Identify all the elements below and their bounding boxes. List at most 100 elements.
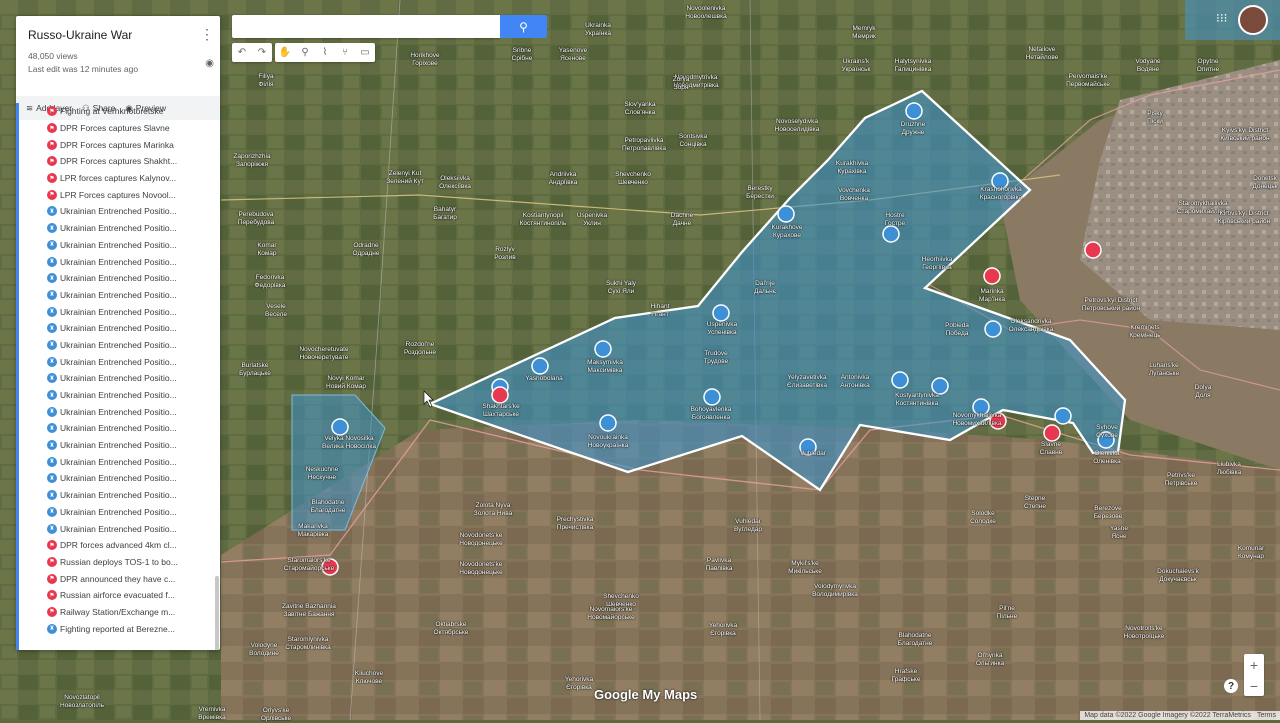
- more-options-icon[interactable]: ⋮: [200, 26, 214, 43]
- list-item-label: Ukrainian Entrenched Positio...: [60, 356, 177, 367]
- place-name-cyrillic: Галицинівка: [894, 66, 932, 73]
- list-item[interactable]: ♜ Ukrainian Entrenched Positio...: [19, 303, 220, 320]
- place-name-cyrillic: Курахове: [773, 232, 801, 239]
- red-flag-marker-icon: ⚑: [47, 139, 57, 150]
- terms-link[interactable]: Terms: [1257, 712, 1276, 719]
- list-item[interactable]: ⚑ Russian deploys TOS-1 to bo...: [19, 554, 220, 571]
- place-name-latin: Kostyantynivka: [895, 392, 939, 399]
- place-name-cyrillic: Доля: [1195, 392, 1211, 399]
- zoom-out-icon[interactable]: −: [1244, 675, 1264, 696]
- place-name-cyrillic: Комунар: [1237, 553, 1264, 560]
- help-icon[interactable]: ?: [1224, 679, 1238, 693]
- fort-marker-icon[interactable]: [331, 418, 349, 436]
- panel-scrollbar[interactable]: [215, 576, 219, 650]
- place-name-cyrillic: Велика Новосілка: [322, 443, 376, 450]
- place-name-cyrillic: Шахтарське: [482, 411, 520, 418]
- flag-marker-icon[interactable]: [983, 267, 1001, 285]
- list-item-label: Ukrainian Entrenched Positio...: [60, 239, 177, 250]
- list-item[interactable]: ⚑ DPR announced they have c...: [19, 570, 220, 587]
- fort-marker-icon[interactable]: [984, 320, 1002, 338]
- list-item[interactable]: ⚑ LPR Forces captures Novool...: [19, 186, 220, 203]
- place-label: Horikhove Горіхове: [410, 52, 439, 68]
- fort-marker-icon[interactable]: [905, 102, 923, 120]
- fort-marker-icon[interactable]: [882, 225, 900, 243]
- list-item[interactable]: ♜ Ukrainian Entrenched Positio...: [19, 370, 220, 387]
- list-item[interactable]: ⚑ DPR Forces captures Slavne: [19, 120, 220, 137]
- fort-marker-icon[interactable]: [599, 414, 617, 432]
- list-item[interactable]: ♜ Ukrainian Entrenched Positio...: [19, 320, 220, 337]
- list-item[interactable]: ♜ Ukrainian Entrenched Positio...: [19, 504, 220, 521]
- place-name-latin: Kliuchove: [354, 670, 384, 677]
- list-item[interactable]: ♜ Fighting reported at Berezne...: [19, 620, 220, 637]
- list-item[interactable]: ♜ Ukrainian Entrenched Positio...: [19, 387, 220, 404]
- list-item[interactable]: ♜ Ukrainian Entrenched Positio...: [19, 437, 220, 454]
- place-label: Ol'hynka Ольгинка: [976, 652, 1004, 668]
- list-item[interactable]: ♜ Ukrainian Entrenched Positio...: [19, 520, 220, 537]
- place-label: Dachne Дачне: [671, 212, 693, 228]
- undo-icon[interactable]: ↶: [232, 43, 252, 62]
- blue-fort-marker-icon: ♜: [47, 206, 57, 217]
- visibility-icon[interactable]: ◉: [205, 58, 214, 69]
- avatar[interactable]: [1238, 5, 1268, 35]
- place-name-latin: Bohoyavlenka: [690, 406, 732, 413]
- list-item[interactable]: ♜ Ukrainian Entrenched Positio...: [19, 453, 220, 470]
- apps-icon[interactable]: ⁝⁝⁝: [1216, 11, 1227, 25]
- place-label: Novocheretuvate Новочеретувате: [299, 346, 348, 362]
- fort-marker-icon[interactable]: [1054, 407, 1072, 425]
- place-name-latin: Solodke: [971, 510, 995, 517]
- list-item[interactable]: ⚑ Fighting at Verhknotoretske: [19, 103, 220, 120]
- list-item[interactable]: ⚑ Railway Station/Exchange m...: [19, 604, 220, 621]
- place-name-latin: Sribne: [512, 47, 532, 54]
- flag-marker-icon[interactable]: [491, 386, 509, 404]
- zoom-in-icon[interactable]: +: [1244, 654, 1264, 675]
- directions-icon[interactable]: ⑂: [335, 43, 355, 62]
- place-name-latin: Fedorivka: [255, 274, 285, 281]
- place-label: Novotroits'ke Новотроїцьке: [1124, 625, 1165, 641]
- list-item[interactable]: ♜ Ukrainian Entrenched Positio...: [19, 420, 220, 437]
- list-item[interactable]: ⚑ LPR forces captures Kalynov...: [19, 170, 220, 187]
- place-label: Velyka Novosilka Велика Новосілка: [322, 435, 376, 451]
- list-item[interactable]: ♜ Ukrainian Entrenched Positio...: [19, 487, 220, 504]
- red-flag-marker-icon: ⚑: [47, 106, 57, 117]
- list-item[interactable]: ♜ Ukrainian Entrenched Positio...: [19, 253, 220, 270]
- list-item[interactable]: ♜ Ukrainian Entrenched Positio...: [19, 270, 220, 287]
- red-flag-marker-icon: ⚑: [47, 123, 57, 134]
- place-name-cyrillic: Павлівка: [705, 565, 733, 572]
- list-item[interactable]: ♜ Ukrainian Entrenched Positio...: [19, 337, 220, 354]
- fort-marker-icon[interactable]: [777, 205, 795, 223]
- draw-line-icon[interactable]: ⌇: [315, 43, 335, 62]
- map-layers-panel: Russo-Ukraine War 48,050 views Last edit…: [16, 16, 220, 650]
- fort-marker-icon[interactable]: [531, 357, 549, 375]
- list-item[interactable]: ♜ Ukrainian Entrenched Positio...: [19, 403, 220, 420]
- place-name-cyrillic: Сонцівка: [679, 141, 707, 148]
- list-item[interactable]: ♜ Ukrainian Entrenched Positio...: [19, 237, 220, 254]
- search-input[interactable]: [232, 15, 500, 38]
- fort-marker-icon[interactable]: [891, 371, 909, 389]
- hand-icon[interactable]: ✋: [275, 43, 295, 62]
- place-name-latin: Pobieda: [945, 322, 969, 329]
- place-label: Petrovs'kyi District Петровський район: [1082, 297, 1140, 313]
- fort-marker-icon[interactable]: [594, 340, 612, 358]
- marker-icon[interactable]: ⚲: [295, 43, 315, 62]
- list-item[interactable]: ⚑ DPR Forces captures Marinka: [19, 136, 220, 153]
- list-item[interactable]: ♜ Ukrainian Entrenched Positio...: [19, 353, 220, 370]
- list-item[interactable]: ⚑ DPR forces advanced 4km cl...: [19, 537, 220, 554]
- fort-marker-icon[interactable]: [712, 304, 730, 322]
- place-name-latin: Zelenyi Kut: [388, 170, 422, 177]
- map-title[interactable]: Russo-Ukraine War: [28, 28, 208, 42]
- fort-marker-icon[interactable]: [703, 388, 721, 406]
- place-name-cyrillic: Березове: [1093, 513, 1123, 520]
- flag-marker-icon[interactable]: [1084, 241, 1102, 259]
- list-item[interactable]: ♜ Ukrainian Entrenched Positio...: [19, 470, 220, 487]
- list-item[interactable]: ♜ Ukrainian Entrenched Positio...: [19, 287, 220, 304]
- list-item[interactable]: ⚑ Russian airforce evacuated f...: [19, 587, 220, 604]
- list-item[interactable]: ♜ Ukrainian Entrenched Positio...: [19, 220, 220, 237]
- list-item[interactable]: ⚑ DPR Forces captures Shakht...: [19, 153, 220, 170]
- redo-icon[interactable]: ↷: [252, 43, 272, 62]
- search-button[interactable]: ⚲: [500, 15, 547, 38]
- list-item[interactable]: ♜ Ukrainian Entrenched Positio...: [19, 203, 220, 220]
- place-name-cyrillic: Костянтинопіль: [519, 220, 567, 227]
- place-name-latin: Pervomais'ke: [1068, 73, 1108, 80]
- flag-marker-icon[interactable]: [1043, 424, 1061, 442]
- ruler-icon[interactable]: ▭: [355, 43, 375, 62]
